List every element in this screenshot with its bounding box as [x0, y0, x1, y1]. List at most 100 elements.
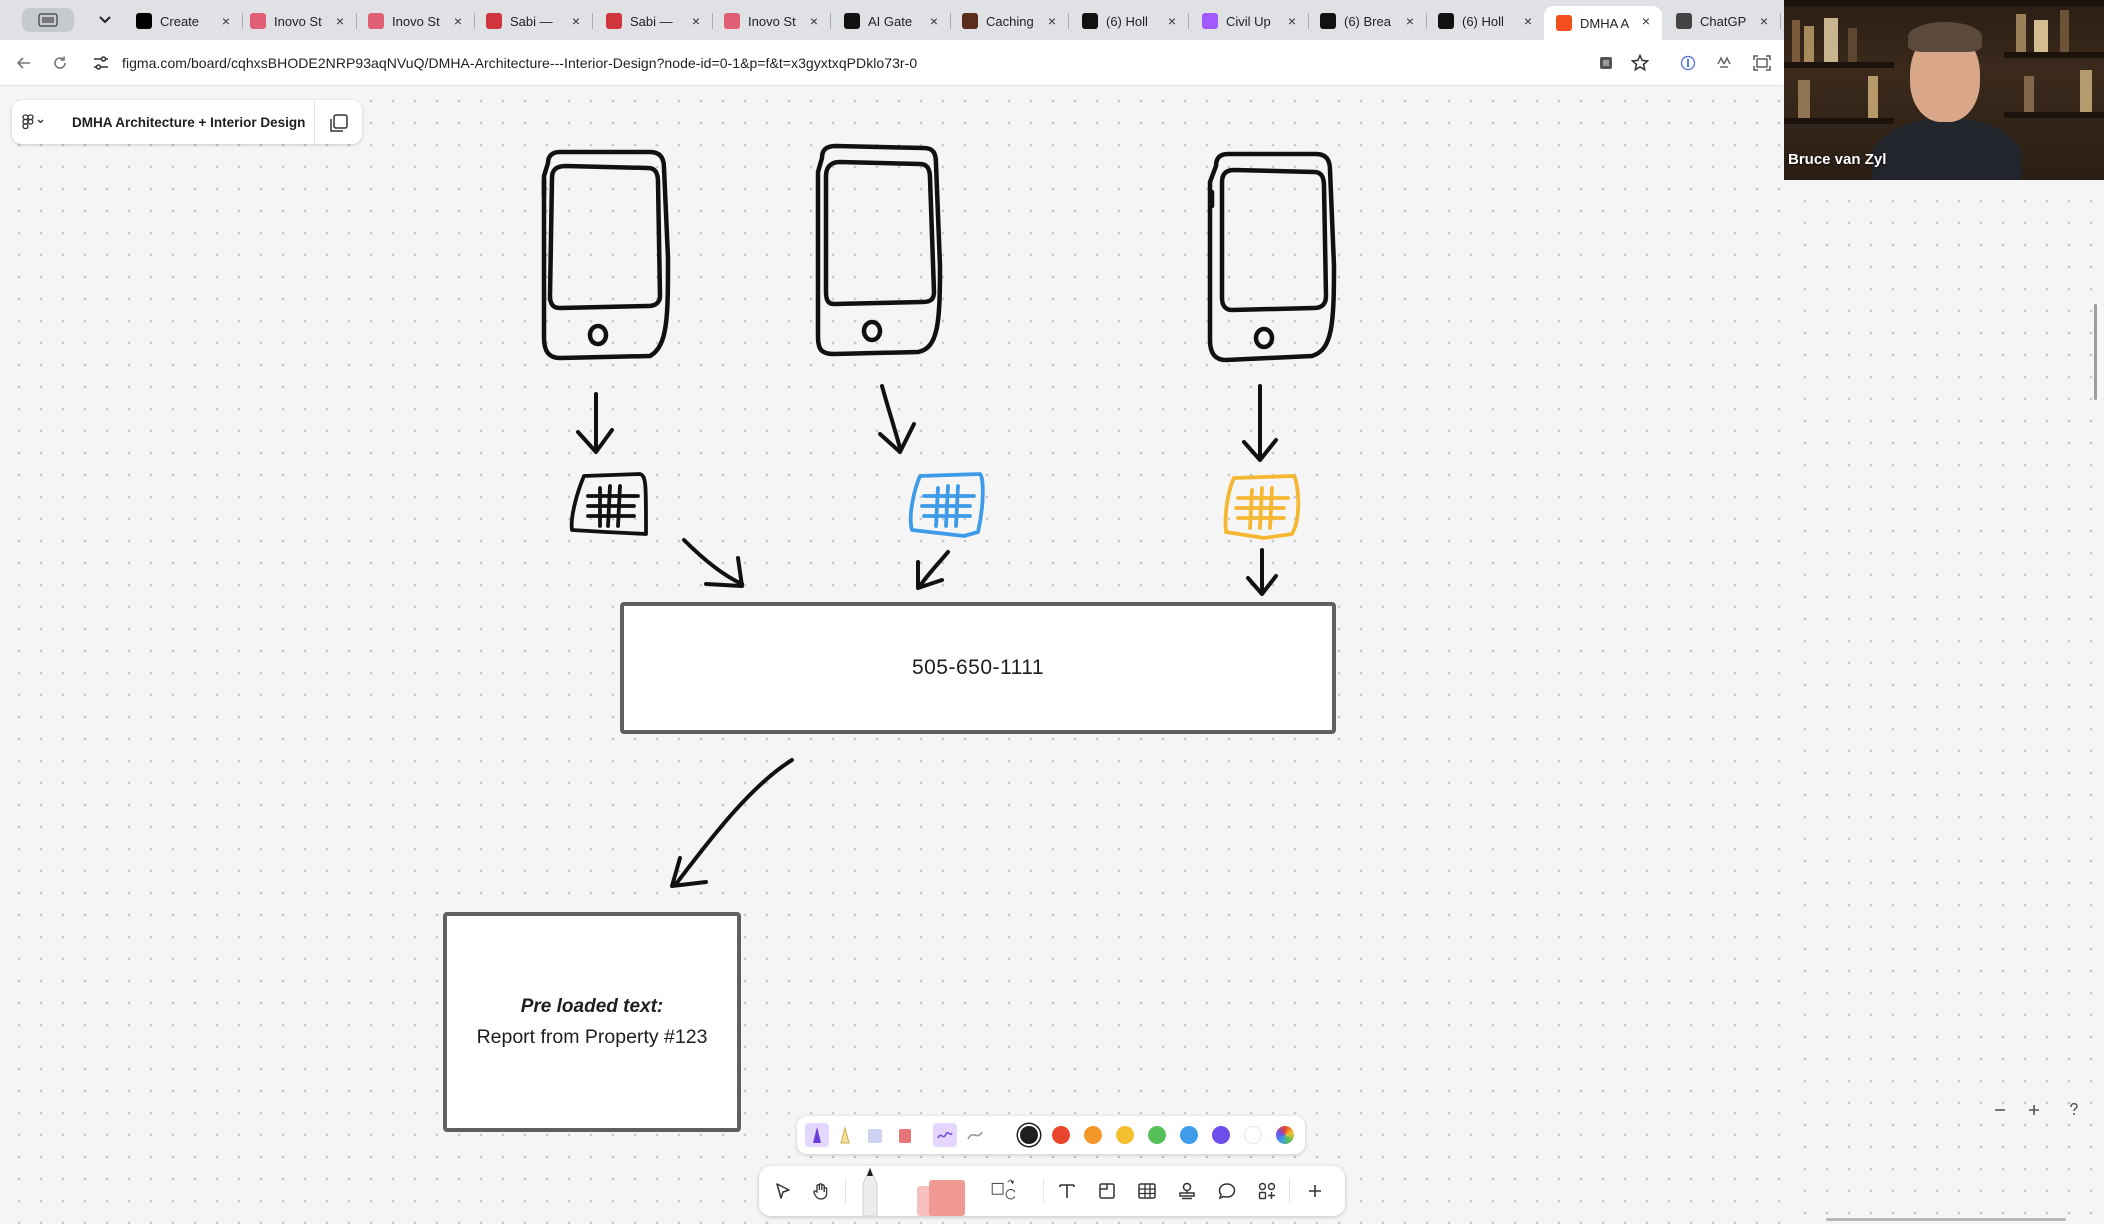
zoom-in-button[interactable]: [2022, 1099, 2046, 1123]
tab-close-icon[interactable]: ×: [806, 13, 822, 29]
browser-tab[interactable]: (6) Holl ×: [1070, 6, 1189, 36]
back-button[interactable]: [12, 51, 36, 75]
hash-sticker-3[interactable]: [1223, 474, 1301, 540]
tab-label: Inovo St: [392, 13, 440, 29]
phone-sketch-3[interactable]: [1207, 151, 1337, 363]
report-title[interactable]: Pre loaded text:: [521, 996, 664, 1018]
table-tool[interactable]: [1135, 1179, 1159, 1203]
tab-close-icon[interactable]: ×: [1756, 13, 1772, 29]
browser-tab[interactable]: DMHA A ×: [1544, 6, 1662, 40]
extensions-puzzle-icon[interactable]: [1714, 53, 1734, 73]
bookmark-star-icon[interactable]: [1630, 53, 1650, 73]
tab-close-icon[interactable]: ×: [926, 13, 942, 29]
color-swatch[interactable]: [1244, 1126, 1262, 1144]
color-swatch[interactable]: [1116, 1126, 1134, 1144]
browser-tab[interactable]: Sabi — ×: [594, 6, 713, 36]
color-swatch[interactable]: [1020, 1126, 1038, 1144]
reload-button[interactable]: [48, 51, 72, 75]
color-swatch[interactable]: [1180, 1126, 1198, 1144]
arrow-1[interactable]: [576, 392, 614, 454]
tab-label: DMHA A: [1580, 15, 1630, 31]
tab-close-icon[interactable]: ×: [1284, 13, 1300, 29]
tab-close-icon[interactable]: ×: [450, 13, 466, 29]
hash-sticker-2[interactable]: [908, 472, 985, 538]
zoom-out-button[interactable]: [1988, 1099, 2012, 1123]
arrow-7[interactable]: [670, 758, 794, 888]
shape-recognition-tool[interactable]: [933, 1123, 957, 1147]
comment-tool[interactable]: [1215, 1179, 1239, 1203]
tab-close-icon[interactable]: ×: [332, 13, 348, 29]
arrow-4[interactable]: [682, 538, 744, 588]
report-box[interactable]: Pre loaded text: Report from Property #1…: [443, 912, 741, 1132]
highlighter-tool[interactable]: [833, 1123, 857, 1147]
tab-close-icon[interactable]: ×: [1044, 13, 1060, 29]
vertical-scrollbar[interactable]: [2094, 304, 2097, 400]
eraser-tool[interactable]: [893, 1123, 917, 1147]
arrow-3[interactable]: [1242, 384, 1278, 462]
marker-tool[interactable]: [805, 1123, 829, 1147]
arrow-5[interactable]: [916, 550, 950, 590]
hash-sticker-1[interactable]: [569, 472, 648, 536]
browser-tab[interactable]: Civil Up ×: [1190, 6, 1309, 36]
figjam-canvas[interactable]: DMHA Architecture + Interior Design 505-…: [0, 86, 1784, 1224]
help-button[interactable]: [2062, 1099, 2086, 1123]
tab-favicon-icon: [1320, 13, 1336, 29]
more-tools-button[interactable]: [1303, 1179, 1327, 1203]
arrow-6[interactable]: [1246, 548, 1278, 596]
hand-tool[interactable]: [809, 1179, 833, 1203]
color-picker-icon[interactable]: [1276, 1126, 1294, 1144]
sticky-note-tool[interactable]: [915, 1170, 967, 1216]
browser-tab[interactable]: (6) Holl ×: [1426, 6, 1544, 36]
report-body[interactable]: Report from Property #123: [477, 1026, 708, 1049]
browser-tab[interactable]: ChatGP ×: [1664, 6, 1781, 36]
move-tool[interactable]: [771, 1179, 795, 1203]
widgets-tool[interactable]: [1255, 1179, 1279, 1203]
browser-tab[interactable]: Caching ×: [950, 6, 1069, 36]
smooth-line-tool[interactable]: [963, 1123, 987, 1147]
tab-close-icon[interactable]: ×: [688, 13, 704, 29]
text-tool[interactable]: [1055, 1179, 1079, 1203]
tab-favicon-icon: [368, 13, 384, 29]
extension-icon[interactable]: [1596, 53, 1616, 73]
video-call-tile[interactable]: Bruce van Zyl: [1784, 0, 2104, 180]
browser-tab[interactable]: Inovo St ×: [356, 6, 475, 36]
phone-number-text[interactable]: 505-650-1111: [912, 656, 1044, 680]
browser-tab[interactable]: Create ×: [124, 6, 243, 36]
address-bar[interactable]: figma.com/board/cqhxsBHODE2NRP93aqNVuQ/D…: [86, 45, 1666, 81]
pencil-tool[interactable]: [855, 1162, 885, 1216]
phone-sketch-2[interactable]: [815, 143, 943, 357]
screen-capture-icon[interactable]: [1752, 53, 1772, 73]
color-swatch[interactable]: [1148, 1126, 1166, 1144]
browser-tab[interactable]: AI Gate ×: [832, 6, 951, 36]
arrow-2[interactable]: [878, 384, 916, 454]
browser-tab[interactable]: (6) Brea ×: [1308, 6, 1427, 36]
site-info-icon[interactable]: [92, 54, 112, 72]
shape-tool[interactable]: [991, 1179, 1015, 1203]
horizontal-scrollbar[interactable]: [1826, 1218, 2066, 1221]
browser-tab[interactable]: Inovo St ×: [238, 6, 357, 36]
color-swatch[interactable]: [1052, 1126, 1070, 1144]
tab-close-icon[interactable]: ×: [568, 13, 584, 29]
browser-tab[interactable]: Inovo St ×: [712, 6, 831, 36]
phone-number-box[interactable]: 505-650-1111: [620, 602, 1336, 734]
tab-favicon-icon: [250, 13, 266, 29]
section-tool[interactable]: [1095, 1179, 1119, 1203]
tab-group-icon: [38, 13, 58, 27]
tab-close-icon[interactable]: ×: [1638, 13, 1654, 29]
url-text[interactable]: figma.com/board/cqhxsBHODE2NRP93aqNVuQ/D…: [122, 55, 917, 71]
washi-tape-tool[interactable]: [863, 1123, 887, 1147]
tab-close-icon[interactable]: ×: [1164, 13, 1180, 29]
password-manager-icon[interactable]: [1678, 53, 1698, 73]
tab-label: AI Gate: [868, 13, 913, 29]
color-swatch[interactable]: [1212, 1126, 1230, 1144]
tab-group-button[interactable]: [22, 8, 74, 32]
phone-sketch-1[interactable]: [541, 149, 671, 361]
tab-close-icon[interactable]: ×: [218, 13, 234, 29]
color-swatch[interactable]: [1084, 1126, 1102, 1144]
tab-close-icon[interactable]: ×: [1402, 13, 1418, 29]
tab-search-button[interactable]: [90, 8, 120, 32]
tab-close-icon[interactable]: ×: [1520, 13, 1536, 29]
stamp-tool[interactable]: [1175, 1179, 1199, 1203]
chevron-down-icon: [99, 16, 111, 24]
browser-tab[interactable]: Sabi — ×: [474, 6, 593, 36]
